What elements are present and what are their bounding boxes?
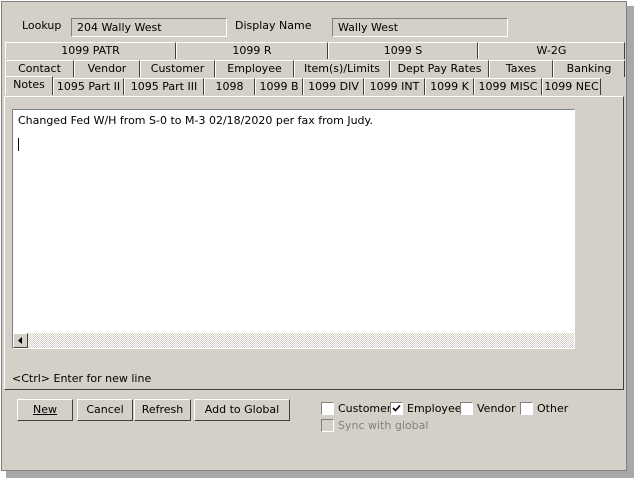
tab-employee[interactable]: Employee bbox=[215, 60, 294, 77]
sync-with-global-checkbox[interactable] bbox=[321, 419, 334, 432]
display-name-label: Display Name bbox=[235, 19, 312, 32]
tab-taxes[interactable]: Taxes bbox=[489, 60, 553, 77]
tab-1098[interactable]: 1098 bbox=[204, 78, 255, 95]
sync-with-global-label: Sync with global bbox=[338, 419, 429, 432]
tab-items-limits[interactable]: Item(s)/Limits bbox=[294, 60, 390, 77]
tab-notes[interactable]: Notes bbox=[5, 76, 53, 95]
add-to-global-button[interactable]: Add to Global bbox=[194, 399, 290, 421]
new-button[interactable]: New bbox=[17, 399, 73, 421]
customer-checkbox-label: Customer bbox=[338, 402, 392, 415]
tab-w-2g[interactable]: W-2G bbox=[478, 42, 625, 59]
tab-contact[interactable]: Contact bbox=[5, 60, 74, 77]
tab-vendor[interactable]: Vendor bbox=[74, 60, 140, 77]
tab-1099-s[interactable]: 1099 S bbox=[328, 42, 478, 59]
tab-1095-part-ii[interactable]: 1095 Part II bbox=[53, 78, 124, 95]
vendor-checkbox-label: Vendor bbox=[477, 402, 516, 415]
employee-checkbox[interactable] bbox=[390, 402, 403, 415]
new-line-hint: <Ctrl> Enter for new line bbox=[12, 372, 152, 385]
notes-textarea[interactable]: Changed Fed W/H from S-0 to M-3 02/18/20… bbox=[12, 109, 575, 349]
lookup-label: Lookup bbox=[22, 19, 62, 32]
other-checkbox[interactable] bbox=[520, 402, 533, 415]
text-caret bbox=[18, 138, 19, 151]
tab-dept-pay-rates[interactable]: Dept Pay Rates bbox=[390, 60, 489, 77]
other-checkbox-label: Other bbox=[537, 402, 569, 415]
display-name-field[interactable]: Wally West bbox=[332, 18, 508, 37]
tab-1099-r[interactable]: 1099 R bbox=[176, 42, 328, 59]
refresh-button[interactable]: Refresh bbox=[134, 399, 191, 421]
new-button-label: New bbox=[33, 403, 57, 416]
tab-banking[interactable]: Banking bbox=[553, 60, 625, 77]
tab-1099-nec[interactable]: 1099 NEC bbox=[542, 78, 601, 95]
tab-1099-k[interactable]: 1099 K bbox=[425, 78, 474, 95]
tab-1099-div[interactable]: 1099 DIV bbox=[303, 78, 364, 95]
tab-1099-misc[interactable]: 1099 MISC bbox=[474, 78, 542, 95]
lookup-field[interactable]: 204 Wally West bbox=[71, 18, 227, 37]
tab-1099-patr[interactable]: 1099 PATR bbox=[5, 42, 176, 59]
vendor-checkbox[interactable] bbox=[460, 402, 473, 415]
left-arrow-icon bbox=[18, 337, 22, 344]
checkmark-icon bbox=[392, 404, 401, 412]
notes-panel: Changed Fed W/H from S-0 to M-3 02/18/20… bbox=[4, 96, 624, 390]
tab-customer[interactable]: Customer bbox=[140, 60, 215, 77]
horizontal-scrollbar[interactable] bbox=[13, 333, 574, 348]
tab-1099-b[interactable]: 1099 B bbox=[255, 78, 303, 95]
notes-text: Changed Fed W/H from S-0 to M-3 02/18/20… bbox=[18, 114, 373, 127]
employee-checkbox-label: Employee bbox=[407, 402, 462, 415]
tab-1099-int[interactable]: 1099 INT bbox=[364, 78, 425, 95]
customer-checkbox[interactable] bbox=[321, 402, 334, 415]
scroll-left-button[interactable] bbox=[13, 333, 28, 348]
tab-1095-part-iii[interactable]: 1095 Part III bbox=[124, 78, 204, 95]
cancel-button[interactable]: Cancel bbox=[77, 399, 133, 421]
notes-dialog: Lookup 204 Wally West Display Name Wally… bbox=[1, 1, 627, 471]
